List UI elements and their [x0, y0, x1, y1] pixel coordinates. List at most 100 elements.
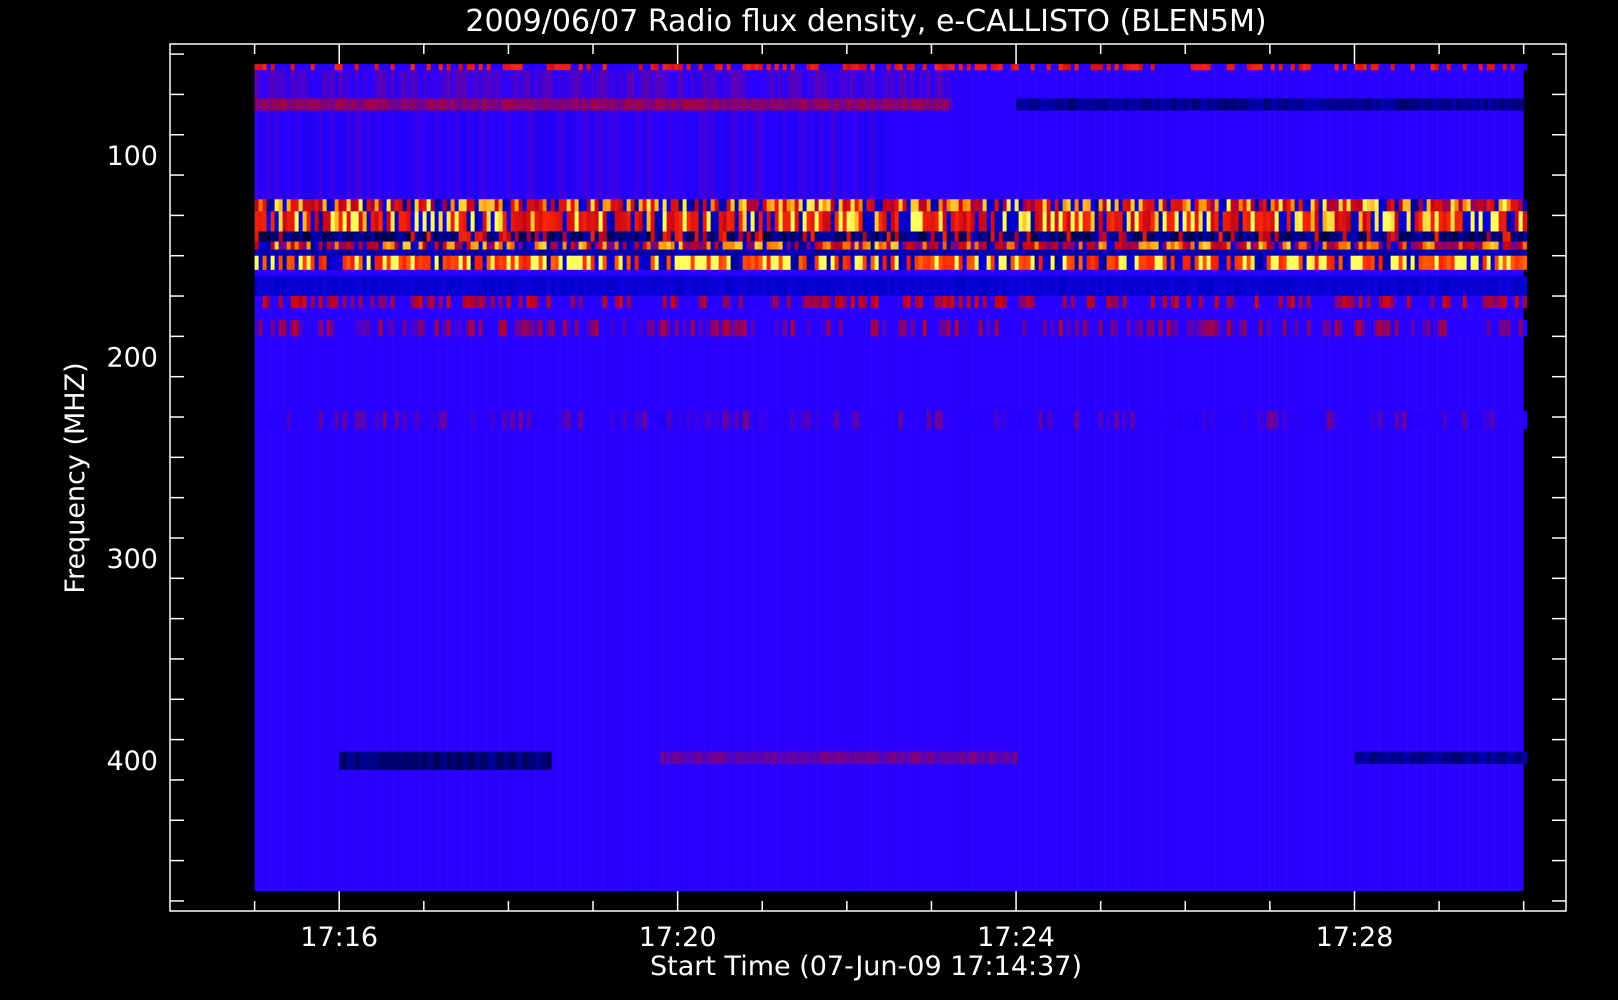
spectrogram-cell: [858, 110, 864, 200]
spectrogram-cell: [378, 98, 384, 111]
spectrogram-cell: [286, 275, 292, 297]
spectrogram-cell: [266, 255, 272, 270]
spectrogram-cell: [406, 410, 412, 430]
spectrogram-cell: [378, 249, 384, 256]
spectrogram-cell: [1482, 296, 1488, 309]
spectrogram-cell: [926, 275, 932, 297]
spectrogram-cell: [1082, 275, 1088, 297]
spectrogram-cell: [742, 199, 748, 212]
spectrogram-cell: [1306, 64, 1312, 71]
spectrogram-cell: [426, 275, 432, 297]
spectrogram-cell: [378, 231, 384, 242]
spectrogram-cell: [1262, 211, 1268, 232]
spectrogram-cell: [854, 110, 860, 200]
spectrogram-cell: [676, 751, 682, 764]
spectrogram-cell: [966, 211, 972, 232]
spectrogram-cell: [1086, 410, 1092, 430]
spectrogram-cell: [830, 199, 836, 212]
spectrogram-cell: [578, 211, 584, 232]
spectrogram-cell: [790, 275, 796, 297]
spectrogram-cell: [1090, 231, 1096, 242]
spectrogram-cell: [1134, 241, 1140, 250]
spectrogram-cell: [1402, 199, 1408, 212]
spectrogram-cell: [1392, 98, 1397, 111]
spectrogram-cell: [662, 231, 668, 242]
spectrogram-cell: [534, 70, 540, 99]
spectrogram-cell: [422, 296, 428, 309]
spectrogram-cell: [398, 296, 404, 309]
spectrogram-cell: [526, 296, 532, 309]
spectrogram-cell: [1502, 249, 1508, 256]
spectrogram-cell: [1034, 249, 1040, 256]
spectrogram-cell: [350, 199, 356, 212]
spectrogram-cell: [898, 320, 904, 337]
spectrogram-cell: [1074, 199, 1080, 212]
spectrogram-cell: [254, 64, 260, 71]
spectrogram-cell: [494, 211, 500, 232]
spectrogram-cell: [614, 249, 620, 256]
spectrogram-cell: [1494, 320, 1500, 337]
spectrogram-cell: [1270, 241, 1276, 250]
spectrogram-cell: [862, 241, 868, 250]
spectrogram-cell: [1182, 410, 1188, 430]
spectrogram-cell: [1058, 275, 1064, 297]
spectrogram-cell: [1290, 275, 1296, 297]
spectrogram-cell: [1522, 275, 1528, 297]
spectrogram-cell: [658, 211, 664, 232]
spectrogram-cell: [454, 275, 460, 297]
spectrogram-cell: [358, 410, 364, 430]
spectrogram-cell: [946, 275, 952, 297]
spectrogram-cell: [1326, 199, 1332, 212]
spectrogram-cell: [1410, 249, 1416, 256]
spectrogram-cell: [650, 296, 656, 309]
spectrogram-cell: [878, 410, 884, 430]
spectrogram-cell: [776, 751, 782, 764]
spectrogram-cell: [902, 231, 908, 242]
spectrogram-cell: [758, 98, 764, 111]
spectrogram-cell: [622, 64, 628, 71]
spectrogram-cell: [946, 231, 952, 242]
spectrogram-cell: [1310, 296, 1316, 309]
spectrogram-cell: [1180, 98, 1185, 111]
spectrogram-cell: [602, 211, 608, 232]
spectrogram-cell: [606, 64, 612, 71]
spectrogram-cell: [910, 320, 916, 337]
spectrogram-cell: [1106, 211, 1112, 232]
spectrogram-cell: [1010, 64, 1016, 71]
spectrogram-cell: [682, 70, 688, 99]
spectrogram-cell: [434, 249, 440, 256]
spectrogram-cell: [282, 98, 288, 111]
spectrogram-cell: [1462, 751, 1467, 764]
spectrogram-cell: [338, 98, 344, 111]
spectrogram-cell: [950, 211, 956, 232]
spectrogram-cell: [510, 231, 516, 242]
spectrogram-cell: [1054, 241, 1060, 250]
spectrogram-cell: [430, 249, 436, 256]
spectrogram-cell: [1422, 241, 1428, 250]
spectrogram-cell: [870, 320, 876, 337]
spectrogram-cell: [670, 410, 676, 430]
spectrogram-cell: [330, 110, 336, 200]
spectrogram-cell: [886, 64, 892, 71]
spectrogram-cell: [966, 296, 972, 309]
spectrogram-cell: [1054, 296, 1060, 309]
spectrogram-cell: [730, 249, 736, 256]
spectrogram-cell: [1198, 320, 1204, 337]
spectrogram-cell: [802, 241, 808, 250]
spectrogram-cell: [814, 296, 820, 309]
spectrogram-cell: [922, 231, 928, 242]
spectrogram-cell: [794, 296, 800, 309]
spectrogram-cell: [728, 751, 734, 764]
spectrogram-cell: [782, 275, 788, 297]
spectrogram-cell: [1206, 241, 1212, 250]
spectrogram-cell: [874, 231, 880, 242]
spectrogram-cell: [1414, 275, 1420, 297]
spectrogram-cell: [766, 98, 772, 111]
spectrogram-cell: [1434, 410, 1440, 430]
spectrogram-cell: [818, 199, 824, 212]
spectrogram-cell: [1110, 211, 1116, 232]
spectrogram-cell: [318, 211, 324, 232]
spectrogram-cell: [614, 320, 620, 337]
spectrogram-cell: [610, 70, 616, 99]
spectrogram-cell: [526, 199, 532, 212]
